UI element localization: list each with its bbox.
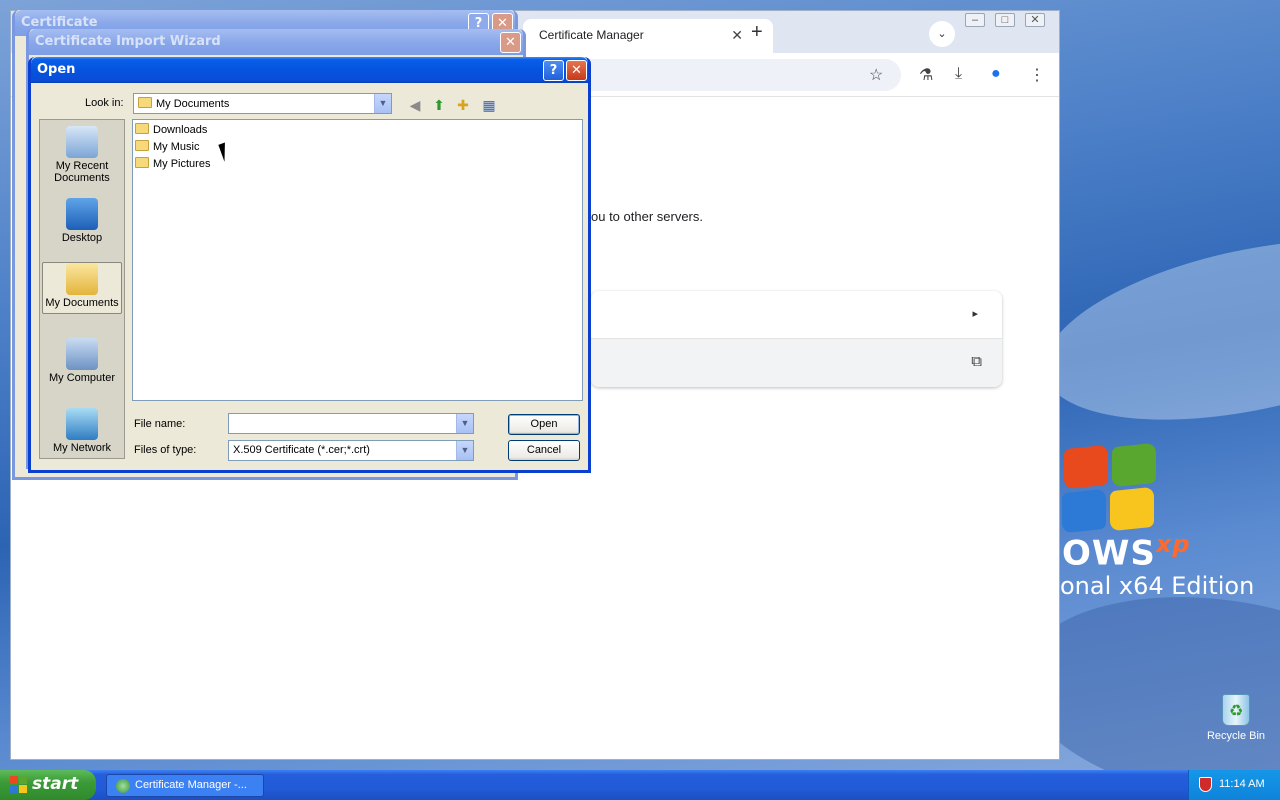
tab-close-icon[interactable]: ✕ xyxy=(731,27,743,44)
folder-icon xyxy=(135,157,149,168)
system-tray: 11:14 AM xyxy=(1188,770,1280,800)
desktop-icon xyxy=(66,198,98,230)
look-in-value: My Documents xyxy=(156,98,230,110)
view-menu-icon[interactable]: ▦ xyxy=(479,95,499,115)
taskbar-item-certificate-manager[interactable]: Certificate Manager -... xyxy=(106,774,264,797)
security-shield-icon[interactable] xyxy=(1199,777,1212,792)
minimize-button[interactable]: – xyxy=(965,13,985,27)
chrome-icon xyxy=(116,779,130,793)
tab-title: Certificate Manager xyxy=(539,28,644,42)
place-my-documents[interactable]: My Documents xyxy=(42,262,122,314)
new-tab-button[interactable]: + xyxy=(751,21,763,44)
open-dialog-titlebar: Open ? ✕ xyxy=(31,57,588,83)
chevron-down-icon[interactable]: ▼ xyxy=(456,441,473,460)
settings-row[interactable]: ▸ xyxy=(591,291,1002,339)
mouse-cursor-icon xyxy=(218,140,238,162)
chevron-right-icon: ▸ xyxy=(972,308,978,320)
os-edition-text: onal x64 Edition xyxy=(1060,572,1255,600)
place-label: My Recent Documents xyxy=(54,160,110,184)
taskbar-item-label: Certificate Manager -... xyxy=(135,779,247,791)
places-bar: My Recent Documents Desktop My Documents… xyxy=(39,119,125,459)
place-desktop[interactable]: Desktop xyxy=(42,198,122,244)
import-wizard-titlebar: Certificate Import Wizard ✕ xyxy=(29,29,523,55)
settings-row-external[interactable]: ⧉ xyxy=(591,339,1002,387)
chevron-down-icon[interactable]: ▼ xyxy=(456,414,473,433)
open-dialog: Open ? ✕ Look in: My Documents ▼ ◀ ⬆ ✚ ▦… xyxy=(28,57,591,473)
recycle-bin-label: Recycle Bin xyxy=(1206,730,1266,742)
help-button[interactable]: ? xyxy=(543,60,564,81)
place-recent-documents[interactable]: My Recent Documents xyxy=(42,126,122,184)
close-button[interactable]: ✕ xyxy=(500,32,521,53)
place-my-computer[interactable]: My Computer xyxy=(42,338,122,384)
file-name-label: File name: xyxy=(134,418,186,430)
os-brand-text: OWSxp xyxy=(1062,530,1191,574)
open-dialog-title: Open xyxy=(37,62,76,77)
recent-documents-icon xyxy=(66,126,98,158)
list-item[interactable]: My Music xyxy=(135,139,199,155)
external-link-icon: ⧉ xyxy=(971,353,982,370)
my-documents-icon xyxy=(66,263,98,295)
folder-icon xyxy=(135,140,149,151)
page-description: ou to other servers. xyxy=(591,209,703,224)
place-label: My Computer xyxy=(48,372,116,384)
file-type-dropdown[interactable]: X.509 Certificate (*.cer;*.crt) ▼ xyxy=(228,440,474,461)
chevron-down-icon: ▼ xyxy=(374,94,391,113)
profile-avatar-icon[interactable]: ● xyxy=(991,65,1001,83)
close-button[interactable]: ✕ xyxy=(566,60,587,81)
place-my-network[interactable]: My Network xyxy=(42,408,122,454)
look-in-label: Look in: xyxy=(85,97,124,109)
file-type-label: Files of type: xyxy=(134,444,197,456)
look-in-dropdown[interactable]: My Documents ▼ xyxy=(133,93,392,114)
place-label: My Documents xyxy=(45,297,119,309)
tab-search-button[interactable]: ⌄ xyxy=(929,21,955,47)
cancel-button[interactable]: Cancel xyxy=(508,440,580,461)
clock[interactable]: 11:14 AM xyxy=(1219,778,1265,790)
import-wizard-title: Certificate Import Wizard xyxy=(35,34,221,49)
browser-tab[interactable]: Certificate Manager ✕ xyxy=(523,19,773,53)
labs-flask-icon[interactable]: ⚗ xyxy=(919,65,933,85)
file-list[interactable]: Downloads My Music My Pictures xyxy=(132,119,583,401)
close-button[interactable]: ✕ xyxy=(1025,13,1045,27)
taskbar: start Certificate Manager -... 11:14 AM xyxy=(0,770,1280,800)
file-name-input[interactable]: ▼ xyxy=(228,413,474,434)
windows-logo-icon xyxy=(1060,442,1160,535)
my-computer-icon xyxy=(66,338,98,370)
start-button[interactable]: start xyxy=(0,770,96,800)
wallpaper-swoosh xyxy=(1027,208,1280,452)
certificates-title: Certificate xyxy=(21,15,98,30)
back-icon[interactable]: ◀ xyxy=(405,95,425,115)
list-item[interactable]: Downloads xyxy=(135,122,207,138)
recycle-bin[interactable]: Recycle Bin xyxy=(1200,694,1272,742)
up-folder-icon[interactable]: ⬆ xyxy=(429,95,449,115)
list-item[interactable]: My Pictures xyxy=(135,156,210,172)
folder-icon xyxy=(135,123,149,134)
more-menu-icon[interactable]: ⋮ xyxy=(1029,65,1045,85)
open-button[interactable]: Open xyxy=(508,414,580,435)
recycle-bin-icon xyxy=(1222,694,1250,726)
settings-card: ▸ ⧉ xyxy=(591,291,1002,387)
windows-flag-icon xyxy=(10,776,28,794)
download-icon[interactable]: ⤓ xyxy=(955,65,962,83)
place-label: My Network xyxy=(52,442,112,454)
folder-icon xyxy=(138,97,152,108)
maximize-button[interactable]: □ xyxy=(995,13,1015,27)
window-controls: – □ ✕ xyxy=(965,13,1045,27)
my-network-icon xyxy=(66,408,98,440)
place-label: Desktop xyxy=(61,232,103,244)
new-folder-icon[interactable]: ✚ xyxy=(453,95,473,115)
address-bar[interactable] xyxy=(571,59,901,91)
file-type-value: X.509 Certificate (*.cer;*.crt) xyxy=(233,444,370,456)
bookmark-star-icon[interactable]: ☆ xyxy=(869,65,883,85)
start-label: start xyxy=(32,774,79,794)
